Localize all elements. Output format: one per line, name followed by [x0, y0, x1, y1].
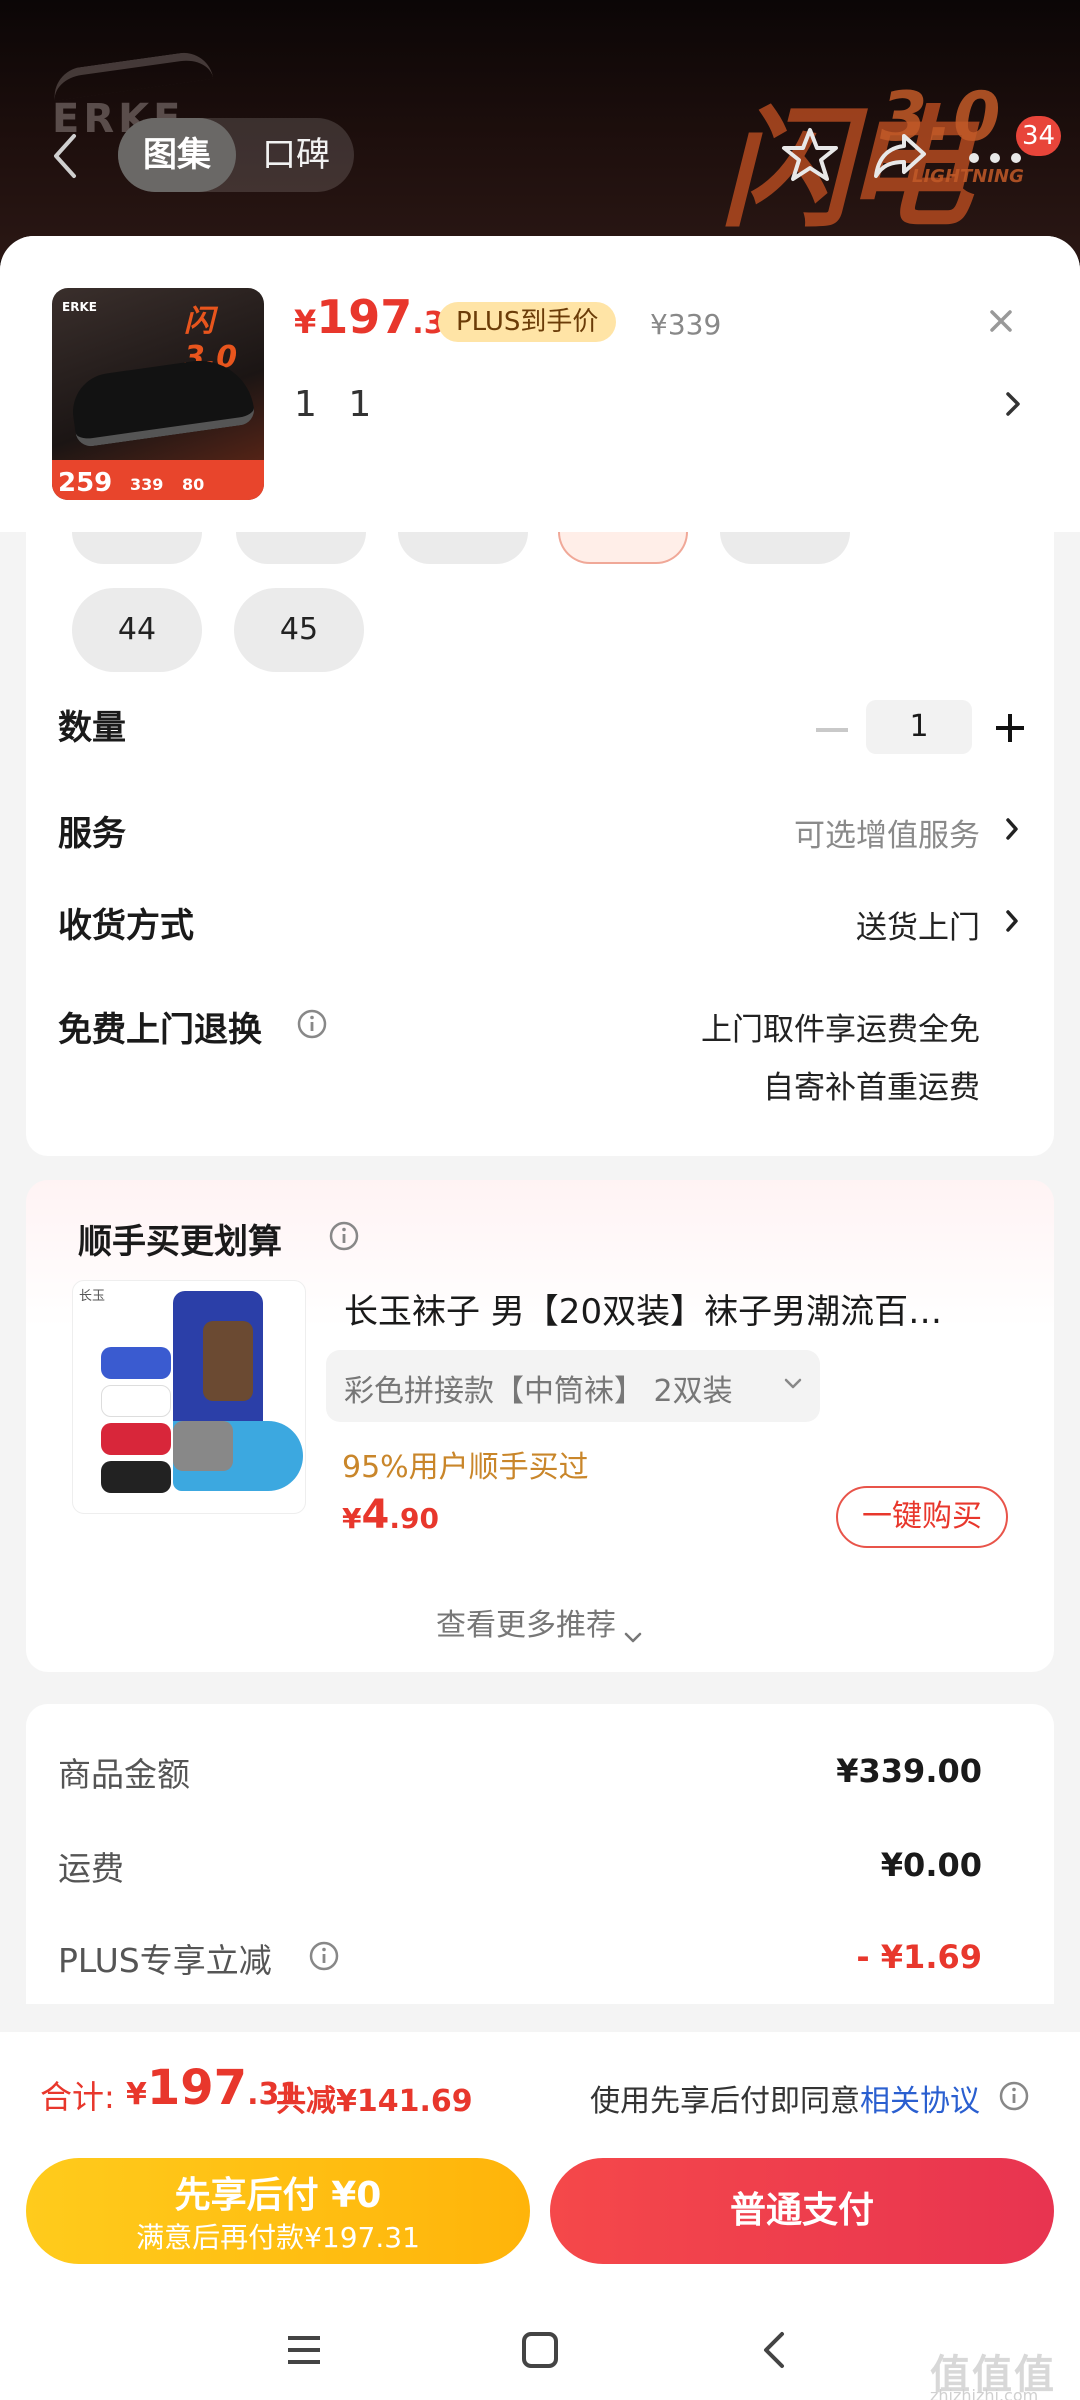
home-icon[interactable] [518, 2328, 562, 2372]
selected-spec[interactable]: 1 1 [294, 384, 381, 425]
size-chip[interactable] [236, 532, 366, 564]
chevron-right-icon[interactable] [1000, 812, 1024, 846]
addon-buyers-text: 95%用户顺手买过 [342, 1450, 589, 1485]
addon-title: 顺手买更划算 [78, 1222, 282, 1262]
thumb-price-2: 339 [130, 475, 164, 494]
return-line-1: 上门取件享运费全免 [701, 1012, 980, 1048]
sock-graphic [101, 1385, 171, 1417]
plus-price-tag: PLUS到手价 [438, 302, 617, 342]
original-price: ¥339 [650, 308, 722, 341]
back-button[interactable] [44, 128, 88, 184]
tab-gallery[interactable]: 图集 [118, 118, 236, 192]
chevron-down-icon [782, 1376, 804, 1392]
pay-later-title: 先享后付 ¥0 [174, 2175, 382, 2216]
sheet-header: ERKE 闪3.0 259 339 80 ¥197.31 PLUS到手价 ¥33… [0, 236, 1080, 532]
quantity-plus-button[interactable] [990, 708, 1030, 748]
return-label: 免费上门退换 [58, 1010, 262, 1050]
size-chip-45[interactable]: 45 [234, 588, 364, 672]
delivery-label: 收货方式 [58, 906, 194, 946]
chevron-left-icon [54, 134, 76, 178]
agreement-prefix: 使用先享后付即同意 [590, 2084, 860, 2119]
addon-variant-select[interactable]: 彩色拼接款【中筒袜】 2双装 [326, 1350, 820, 1422]
menu-icon[interactable] [282, 2328, 326, 2372]
quantity-minus-button[interactable] [816, 728, 848, 732]
agreement-link[interactable]: 相关协议 [860, 2084, 980, 2119]
info-icon[interactable] [296, 1008, 328, 1040]
sock-graphic [173, 1421, 233, 1471]
normal-pay-button[interactable]: 普通支付 [550, 2158, 1054, 2264]
shoe-image [68, 353, 256, 449]
addon-variant-text: 彩色拼接款【中筒袜】 2双装 [344, 1374, 733, 1409]
addon-product-image[interactable]: 长玉 [72, 1280, 306, 1514]
quantity-label: 数量 [58, 708, 126, 748]
summary-label-subtotal: 商品金额 [58, 1755, 190, 1794]
product-hero-banner: ERKE 闪电 3.0 LIGHTNING 图集 口碑 34 [0, 0, 1080, 260]
options-card: 44 45 数量 1 服务 可选增值服务 收货方式 送货上门 免费上门退换 上门… [26, 532, 1054, 1156]
summary-value-subtotal: ¥339.00 [836, 1752, 982, 1790]
favorite-star-icon[interactable] [778, 124, 842, 188]
share-icon[interactable] [868, 124, 932, 188]
summary-value-plus-discount: - ¥1.69 [856, 1938, 982, 1976]
chevron-right-icon[interactable] [998, 384, 1026, 424]
addon-recommend-card: 顺手买更划算 长玉 长玉袜子 男【20双装】袜子男潮流百… 彩色拼接款【中筒袜】… [26, 1180, 1054, 1672]
close-icon[interactable] [978, 298, 1024, 344]
tab-reviews[interactable]: 口碑 [244, 118, 348, 192]
total-price: ¥197.31 [126, 2060, 301, 2116]
checkout-bar: 合计: ¥197.31 共减¥141.69 使用先享后付即同意相关协议 先享后付… [0, 2032, 1080, 2400]
service-label: 服务 [58, 814, 126, 854]
total-savings: 共减¥141.69 [276, 2084, 473, 2119]
addon-product-name[interactable]: 长玉袜子 男【20双装】袜子男潮流百… [344, 1284, 1024, 1333]
summary-value-shipping: ¥0.00 [880, 1846, 982, 1884]
one-click-buy-button[interactable]: 一键购买 [836, 1486, 1008, 1548]
addon-price: ¥4.90 [342, 1492, 439, 1538]
info-icon[interactable] [328, 1220, 360, 1252]
service-value[interactable]: 可选增值服务 [794, 810, 980, 855]
brand-swoosh-logo [50, 49, 214, 101]
see-more-recommendations[interactable]: 查看更多推荐 [26, 1600, 1054, 1644]
addon-image-brand: 长玉 [79, 1289, 106, 1304]
info-icon[interactable] [308, 1940, 340, 1972]
summary-label-shipping: 运费 [58, 1849, 124, 1888]
system-nav-bar: 值值值 zhizhizhi.com [0, 2300, 1080, 2400]
total-label: 合计: [40, 2078, 115, 2116]
sock-graphic [101, 1461, 171, 1493]
price-summary-card: 商品金额 ¥339.00 运费 ¥0.00 PLUS专享立减 - ¥1.69 [26, 1704, 1054, 2004]
delivery-value[interactable]: 送货上门 [856, 902, 980, 947]
summary-label-plus-discount: PLUS专享立减 [58, 1941, 272, 1980]
thumb-price-1: 259 [58, 468, 113, 498]
info-icon[interactable] [998, 2080, 1030, 2112]
sock-graphic [101, 1347, 171, 1379]
size-chip-44[interactable]: 44 [72, 588, 202, 672]
message-count-badge: 34 [1016, 116, 1062, 156]
quantity-input[interactable]: 1 [866, 700, 972, 754]
thumb-brand: ERKE [62, 300, 97, 314]
total-row: 合计: ¥197.31 共减¥141.69 使用先享后付即同意相关协议 [0, 2032, 1080, 2156]
sock-graphic [203, 1321, 253, 1401]
product-thumbnail[interactable]: ERKE 闪3.0 259 339 80 [52, 288, 264, 500]
nav-back-icon[interactable] [754, 2328, 798, 2372]
size-chip[interactable] [72, 532, 202, 564]
watermark-url: zhizhizhi.com [930, 2386, 1039, 2400]
media-tabs: 图集 口碑 [118, 118, 354, 192]
chevron-right-icon[interactable] [1000, 904, 1024, 938]
chevron-down-icon [622, 1619, 644, 1642]
see-more-label: 查看更多推荐 [436, 1608, 616, 1643]
agreement-text: 使用先享后付即同意相关协议 [590, 2076, 980, 2120]
sock-graphic [101, 1423, 171, 1455]
size-chip[interactable] [720, 532, 850, 564]
size-chip[interactable] [398, 532, 528, 564]
return-line-2: 自寄补首重运费 [763, 1070, 980, 1106]
thumb-price-3: 80 [182, 475, 205, 494]
pay-later-subtitle: 满意后再付款¥197.31 [136, 2221, 420, 2254]
size-chip-selected[interactable] [558, 532, 688, 564]
pay-later-button[interactable]: 先享后付 ¥0 满意后再付款¥197.31 [26, 2158, 530, 2264]
